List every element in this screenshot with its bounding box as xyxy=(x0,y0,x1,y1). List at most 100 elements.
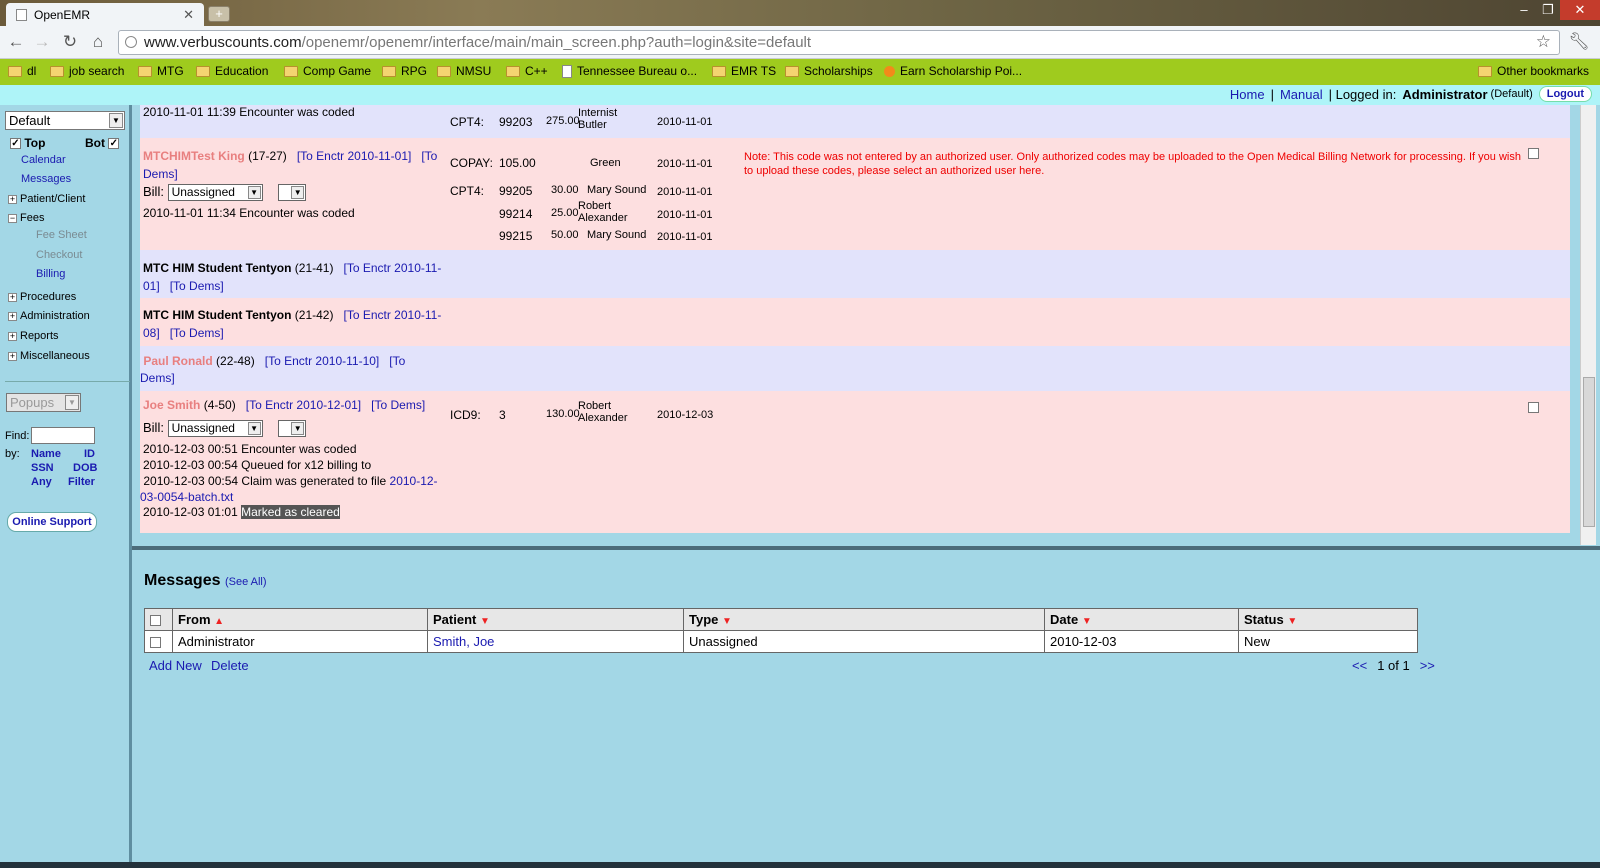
collapse-icon[interactable]: − xyxy=(8,213,17,223)
billing-scrollbar[interactable] xyxy=(1580,105,1596,545)
home-link[interactable]: Home xyxy=(1230,87,1265,102)
mini-select[interactable]: ▼ xyxy=(278,420,307,438)
expand-icon[interactable]: + xyxy=(8,311,17,321)
nav-reports[interactable]: + Reports xyxy=(8,330,59,342)
find-by-filter[interactable]: Filter xyxy=(68,476,95,488)
select-all-checkbox[interactable] xyxy=(150,615,161,627)
back-icon[interactable]: ← xyxy=(6,32,26,52)
bookmark-item[interactable]: Comp Game xyxy=(284,64,371,78)
wrench-icon[interactable]: 🔧︎ xyxy=(1568,32,1590,52)
cell-patient-link[interactable]: Smith, Joe xyxy=(433,634,494,649)
expand-icon[interactable]: + xyxy=(8,292,17,302)
home-icon[interactable]: ⌂ xyxy=(88,32,108,52)
address-bar[interactable]: www.verbuscounts.com/openemr/openemr/int… xyxy=(118,30,1560,55)
popups-select[interactable]: Popups ▼ xyxy=(6,393,81,412)
nav-administration[interactable]: + Administration xyxy=(8,310,90,322)
nav-procedures[interactable]: + Procedures xyxy=(8,291,76,303)
layout-select[interactable]: Default ▼ xyxy=(5,111,125,130)
sort-down-icon[interactable]: ▼ xyxy=(480,616,490,627)
nav-billing[interactable]: Billing xyxy=(36,268,65,280)
col-date[interactable]: Date ▼ xyxy=(1044,608,1239,631)
patient-name[interactable]: MTCHIMTest King xyxy=(143,149,245,163)
bill-select[interactable]: Unassigned ▼ xyxy=(167,184,263,202)
checkbox-checked-icon[interactable]: ✓ xyxy=(108,138,120,150)
row-checkbox[interactable] xyxy=(1528,402,1539,413)
find-by-name[interactable]: Name xyxy=(31,448,61,460)
bookmark-star-icon[interactable]: ☆ xyxy=(1536,32,1551,52)
copay-provider: Green xyxy=(590,157,621,169)
encounter-link[interactable]: [To Enctr 2010-12-01] xyxy=(246,398,361,412)
col-from[interactable]: From ▲ xyxy=(172,608,428,631)
patient-name[interactable]: Joe Smith xyxy=(143,398,200,412)
sort-down-icon[interactable]: ▼ xyxy=(1287,616,1297,627)
bookmark-item[interactable]: MTG xyxy=(138,64,184,78)
col-type[interactable]: Type ▼ xyxy=(683,608,1045,631)
bookmark-item[interactable]: Scholarships xyxy=(785,64,873,78)
sort-down-icon[interactable]: ▼ xyxy=(1082,616,1092,627)
find-by-ssn[interactable]: SSN xyxy=(31,462,54,474)
reload-icon[interactable]: ↻ xyxy=(60,32,80,52)
sort-up-icon[interactable]: ▲ xyxy=(214,616,224,627)
nav-checkout[interactable]: Checkout xyxy=(36,249,82,261)
bookmark-item[interactable]: dl xyxy=(8,64,36,78)
checkbox-checked-icon[interactable]: ✓ xyxy=(10,138,21,150)
patient-name[interactable]: Paul Ronald xyxy=(143,354,212,368)
row-checkbox[interactable] xyxy=(1528,148,1539,159)
sort-down-icon[interactable]: ▼ xyxy=(722,616,732,627)
bookmark-item[interactable]: Earn Scholarship Poi... xyxy=(884,64,1022,78)
next-page-link[interactable]: >> xyxy=(1420,658,1435,673)
add-new-link[interactable]: Add New xyxy=(149,658,202,673)
col-status[interactable]: Status ▼ xyxy=(1238,608,1418,631)
find-input[interactable] xyxy=(31,427,95,444)
patient-name[interactable]: MTC HIM Student Tentyon xyxy=(143,261,291,275)
new-tab-button[interactable]: + xyxy=(208,6,230,22)
dems-link[interactable]: [To Dems] xyxy=(170,279,224,293)
see-all-link[interactable]: (See All) xyxy=(225,576,267,588)
encounter-link[interactable]: [To Enctr 2010-11-10] xyxy=(265,354,380,368)
table-row[interactable]: Administrator Smith, Joe Unassigned 2010… xyxy=(144,630,1418,653)
scrollbar-thumb[interactable] xyxy=(1583,377,1595,527)
online-support-button[interactable]: Online Support xyxy=(7,512,97,532)
nav-messages[interactable]: Messages xyxy=(21,173,71,185)
nav-miscellaneous[interactable]: + Miscellaneous xyxy=(8,350,90,362)
bill-select[interactable]: Unassigned ▼ xyxy=(167,420,263,438)
cell-from[interactable]: Administrator xyxy=(172,630,428,653)
delete-link[interactable]: Delete xyxy=(211,658,249,673)
forward-icon[interactable]: → xyxy=(32,32,52,52)
dems-link[interactable]: [To Dems] xyxy=(170,326,224,340)
logout-button[interactable]: Logout xyxy=(1538,86,1592,102)
bookmark-item[interactable]: RPG xyxy=(382,64,427,78)
prev-page-link[interactable]: << xyxy=(1352,658,1367,673)
bookmark-item[interactable]: NMSU xyxy=(437,64,491,78)
expand-icon[interactable]: + xyxy=(8,194,17,204)
patient-name[interactable]: MTC HIM Student Tentyon xyxy=(143,308,291,322)
nav-calendar[interactable]: Calendar xyxy=(21,154,66,166)
row-checkbox[interactable] xyxy=(150,637,161,649)
close-tab-icon[interactable]: ✕ xyxy=(183,7,194,23)
nav-fee-sheet[interactable]: Fee Sheet xyxy=(36,229,87,241)
bookmark-item[interactable]: Education xyxy=(196,64,268,78)
manual-link[interactable]: Manual xyxy=(1280,87,1323,102)
nav-patient-client[interactable]: + Patient/Client xyxy=(8,193,85,205)
find-by-id[interactable]: ID xyxy=(84,448,95,460)
bookmark-item[interactable]: Tennessee Bureau o... xyxy=(562,64,697,78)
find-by-dob[interactable]: DOB xyxy=(73,462,97,474)
expand-icon[interactable]: + xyxy=(8,351,17,361)
bookmark-item[interactable]: job search xyxy=(50,64,124,78)
bot-frame-toggle[interactable]: Bot ✓ xyxy=(85,136,120,150)
expand-icon[interactable]: + xyxy=(8,331,17,341)
find-by-any[interactable]: Any xyxy=(31,476,52,488)
mini-select[interactable]: ▼ xyxy=(278,184,307,202)
top-frame-toggle[interactable]: ✓ Top xyxy=(10,136,45,150)
other-bookmarks[interactable]: Other bookmarks xyxy=(1478,64,1589,78)
nav-fees[interactable]: − Fees xyxy=(8,212,44,224)
dems-link[interactable]: [To Dems] xyxy=(371,398,425,412)
maximize-icon[interactable]: ❐ xyxy=(1536,0,1560,20)
col-patient[interactable]: Patient ▼ xyxy=(427,608,684,631)
bookmark-item[interactable]: C++ xyxy=(506,64,548,78)
browser-tab[interactable]: OpenEMR ✕ xyxy=(6,3,204,26)
encounter-link[interactable]: [To Enctr 2010-11-01] xyxy=(297,149,412,163)
close-window-icon[interactable]: ✕ xyxy=(1560,0,1600,20)
bookmark-item[interactable]: EMR TS xyxy=(712,64,776,78)
minimize-icon[interactable]: – xyxy=(1512,0,1536,20)
